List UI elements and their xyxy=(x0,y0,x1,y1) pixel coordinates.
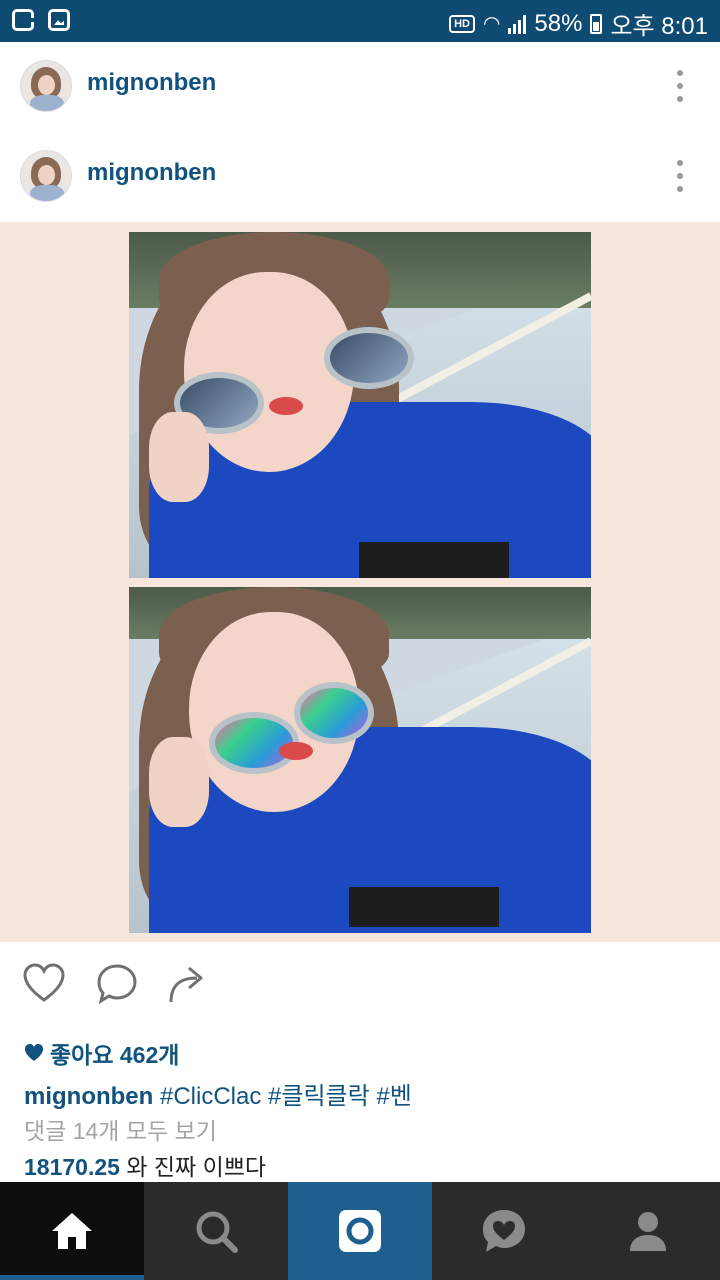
photo-panel-bottom xyxy=(129,587,591,933)
post-caption: mignonben #ClicClac #클릭클락 #벤 xyxy=(24,1076,412,1111)
post-username[interactable]: mignonben xyxy=(87,69,216,97)
comment: 18170.25 와 진짜 이쁘다 xyxy=(24,1148,266,1182)
home-icon xyxy=(52,1213,92,1249)
profile-tab[interactable] xyxy=(576,1182,720,1280)
hd-voice-icon: HD xyxy=(449,14,475,33)
avatar[interactable] xyxy=(20,150,72,202)
more-options-icon[interactable] xyxy=(676,70,684,102)
post-photo[interactable] xyxy=(0,222,720,942)
comment-text: 와 진짜 이쁘다 xyxy=(126,1154,267,1180)
post-actions xyxy=(0,942,720,1032)
camera-icon xyxy=(339,1210,381,1252)
camera-tab[interactable] xyxy=(288,1182,432,1280)
avatar[interactable] xyxy=(20,60,72,112)
gallery-notification-icon xyxy=(48,9,70,31)
post-header: mignonben xyxy=(0,42,720,132)
post-username[interactable]: mignonben xyxy=(87,159,216,187)
small-heart-icon xyxy=(25,1044,43,1061)
status-bar: HD ◠ 58% 오후 8:01 xyxy=(0,0,720,42)
profile-icon xyxy=(630,1212,666,1251)
search-tab[interactable] xyxy=(144,1182,288,1280)
clock: 오후 8:01 xyxy=(610,13,708,40)
signal-icon xyxy=(508,14,527,34)
battery-icon xyxy=(590,13,603,34)
view-all-comments-link[interactable]: 댓글 14개 모두 보기 xyxy=(24,1112,217,1146)
likes-count[interactable]: 좋아요 462개 xyxy=(24,1036,179,1070)
battery-percent: 58% xyxy=(534,9,583,37)
caption-username[interactable]: mignonben xyxy=(24,1083,153,1110)
search-icon xyxy=(196,1211,238,1253)
bottom-navigation xyxy=(0,1182,720,1280)
more-options-icon[interactable] xyxy=(676,160,684,192)
comment-icon[interactable] xyxy=(95,962,139,1006)
post-header: mignonben xyxy=(0,132,720,222)
home-tab[interactable] xyxy=(0,1182,144,1280)
hashtag[interactable]: #클릭클락 xyxy=(268,1083,370,1110)
share-icon[interactable] xyxy=(165,962,209,1006)
comment-username[interactable]: 18170.25 xyxy=(24,1154,120,1180)
hashtag[interactable]: #벤 xyxy=(376,1083,411,1110)
heart-icon[interactable] xyxy=(22,962,66,1006)
hashtag[interactable]: #ClicClac xyxy=(160,1083,261,1110)
wifi-icon: ◠ xyxy=(482,13,501,35)
photo-panel-top xyxy=(129,232,591,578)
app-notification-icon xyxy=(12,9,34,31)
activity-icon xyxy=(483,1210,525,1252)
activity-tab[interactable] xyxy=(432,1182,576,1280)
